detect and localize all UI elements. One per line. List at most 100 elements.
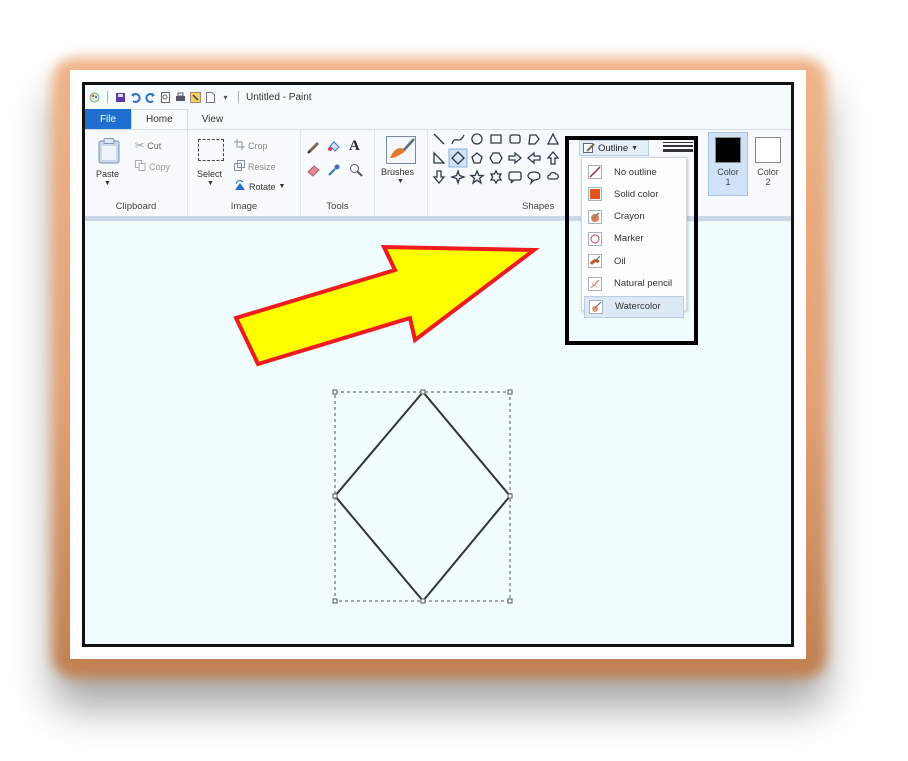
shape-pentagon[interactable] [471,152,483,164]
shape-rounded-rectangle[interactable] [509,134,521,144]
annotation-arrow [233,244,540,367]
shape-oval-callout[interactable] [527,171,541,186]
shape-curve[interactable] [451,134,465,145]
color1-button[interactable]: Color 1 [708,132,748,196]
color2-number: 2 [765,177,771,187]
title-bar: ▾ Untitled - Paint [85,85,791,109]
crop-button[interactable]: Crop [234,139,268,152]
resize-handle [332,598,338,604]
brushes-dropdown-icon: ▼ [397,178,404,185]
resize-handle [507,389,513,395]
brushes-label: Brushes [381,167,415,177]
select-label: Select [197,169,223,179]
save-icon[interactable] [115,92,126,103]
rotate-button[interactable]: Rotate ▼ [234,180,285,193]
shape-down-arrow[interactable] [432,170,446,185]
separator [107,91,108,103]
rotate-dropdown-icon: ▼ [278,183,286,190]
resize-handle [507,598,513,604]
resize-icon [234,160,245,173]
shape-cloud-callout[interactable] [547,171,559,180]
shape-up-arrow[interactable] [546,150,560,165]
color2-label: Color [757,167,779,177]
select-icon [198,139,224,161]
paste-icon [98,138,120,164]
shape-hexagon[interactable] [489,152,503,164]
resize-handle [332,389,338,395]
clipboard-group: Paste ▼ ✂ Cut Copy Clipboard [85,130,188,216]
shape-rectangle[interactable] [490,134,502,144]
customize-dropdown-icon[interactable]: ▾ [220,92,231,103]
fill-bucket-icon[interactable] [327,140,341,154]
clipboard-group-label: Clipboard [115,201,157,212]
resize-handle [420,389,426,395]
shape-polygon[interactable] [528,134,540,145]
paste-label: Paste [96,169,120,179]
resize-button[interactable]: Resize [234,160,276,173]
image-group-label: Image [230,201,258,212]
eraser-icon[interactable] [307,163,321,177]
image-group: Select ▼ Crop Resize Rotate ▼ Image [188,130,301,216]
paste-button[interactable]: Paste ▼ [91,136,125,194]
tools-group: A Tools [301,130,375,216]
image-properties-icon[interactable] [190,91,201,103]
resize-label: Resize [248,161,276,172]
crop-icon [234,139,245,152]
shape-rounded-callout[interactable] [508,171,522,184]
color2-button[interactable]: Color 2 [748,132,788,196]
shape-oval[interactable] [471,133,483,145]
shape-right-triangle[interactable] [433,151,446,164]
magnifier-icon[interactable] [349,163,363,177]
resize-handle [420,598,426,604]
crop-label: Crop [248,140,268,151]
selection-handles[interactable] [332,389,513,604]
copy-button[interactable]: Copy [135,160,170,173]
shape-line[interactable] [433,133,445,145]
separator [238,91,239,103]
shape-six-point-star[interactable] [489,169,503,185]
new-icon[interactable] [205,91,216,103]
resize-handle [332,493,338,499]
paste-dropdown-icon: ▼ [104,180,111,187]
color2-swatch [755,137,781,163]
redo-icon[interactable] [145,92,156,103]
select-button[interactable]: Select ▼ [194,136,228,194]
undo-icon[interactable] [130,92,141,103]
tab-view[interactable]: View [188,109,238,129]
quick-access-toolbar: ▾ [85,91,242,103]
brushes-button[interactable]: Brushes ▼ [379,134,423,194]
selection-box[interactable] [334,391,511,602]
scissors-icon: ✂ [135,140,145,152]
color1-label: Color [717,167,739,177]
shape-diamond[interactable] [448,148,468,168]
pencil-icon[interactable] [307,140,321,154]
rotate-icon [234,180,246,193]
tools-group-label: Tools [326,201,349,212]
shape-four-point-star[interactable] [449,168,467,186]
shape-five-point-star[interactable] [469,169,485,185]
ribbon-tabs: File Home View [85,109,791,129]
color1-number: 1 [725,177,731,187]
text-tool-icon[interactable]: A [349,138,360,155]
shape-triangle[interactable] [546,132,560,145]
rotate-label: Rotate [249,181,276,192]
print-preview-icon[interactable] [160,91,171,103]
cut-button[interactable]: ✂ Cut [135,139,161,152]
color-picker-icon[interactable] [327,163,341,177]
tab-file[interactable]: File [85,109,131,129]
shape-left-arrow[interactable] [526,151,541,165]
window-title: Untitled - Paint [246,91,312,103]
copy-icon [135,160,146,173]
annotation-highlight-box [565,136,698,345]
tab-home[interactable]: Home [131,109,188,129]
copy-label: Copy [149,161,171,172]
shapes-gallery[interactable] [432,132,572,192]
brushes-group: Brushes ▼ [375,130,428,216]
brush-icon [386,136,416,164]
paint-app-icon[interactable] [89,92,100,103]
print-icon[interactable] [175,92,186,103]
diamond-shape[interactable] [333,390,512,603]
resize-handle [507,493,513,499]
cut-label: Cut [147,140,162,151]
shape-right-arrow[interactable] [508,151,523,165]
